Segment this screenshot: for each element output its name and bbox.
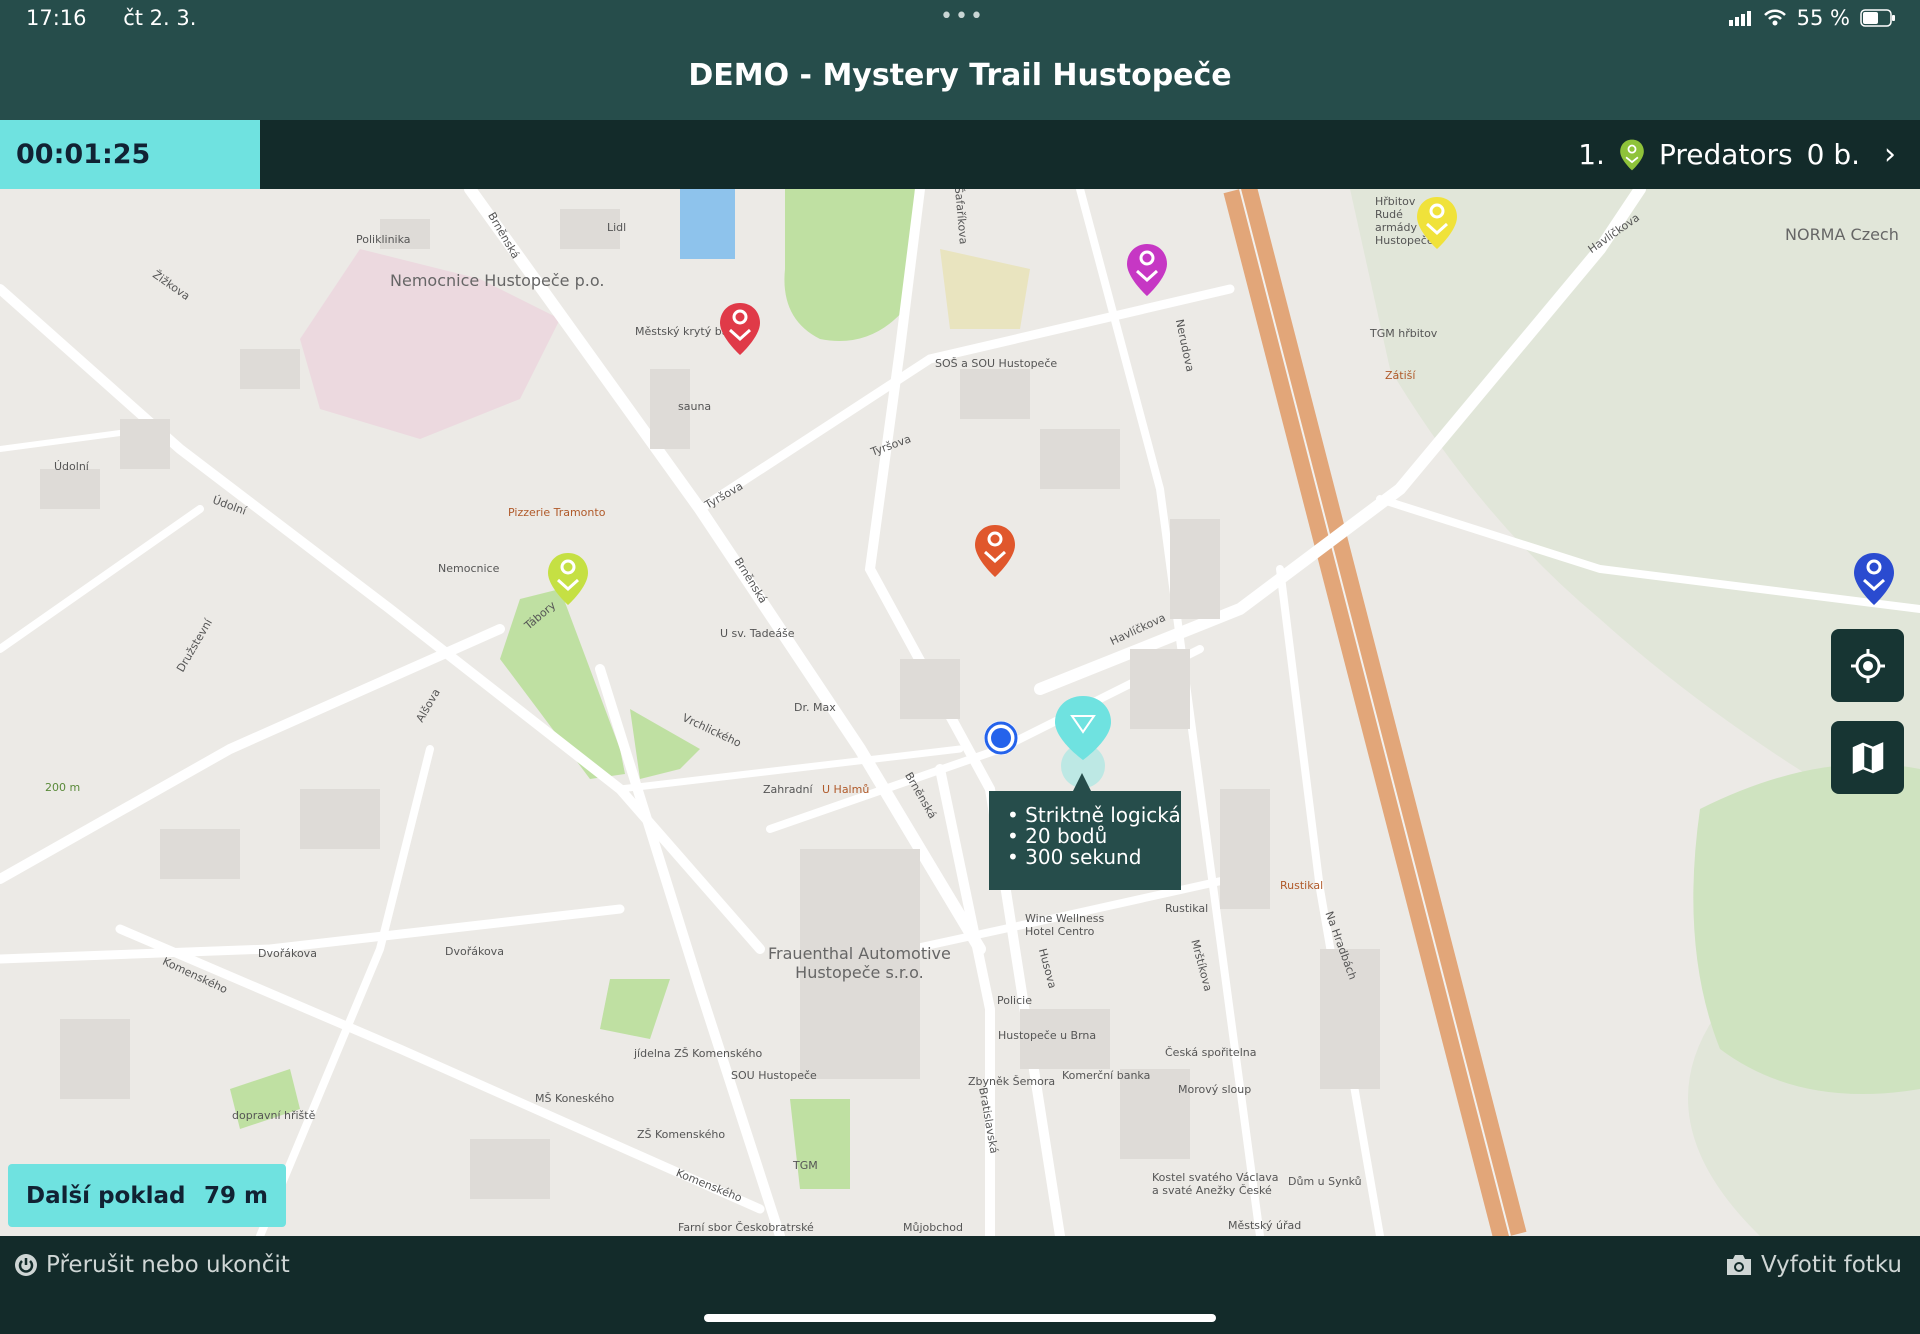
crosshair-icon [1850, 648, 1885, 683]
map-label-sporitelna: Česká spořitelna [1165, 1046, 1257, 1059]
map-label-zatisi: Zátiší [1385, 369, 1416, 382]
map-label-urad: Městský úřad [1228, 1219, 1302, 1232]
battery-percent: 55 % [1796, 6, 1850, 30]
locate-me-button[interactable] [1831, 629, 1904, 702]
blue-marker-pin[interactable] [1852, 551, 1896, 607]
battery-icon [1860, 9, 1895, 27]
map-label-jidelna: jídelna ZŠ Komenského [634, 1047, 763, 1060]
status-date: čt 2. 3. [123, 6, 197, 30]
map-label-nemocnice-street: Nemocnice [438, 562, 500, 575]
map-label-sauna: sauna [678, 400, 712, 413]
next-treasure-label: Další poklad [26, 1182, 186, 1209]
map-label-tramonto: Pizzerie Tramonto [508, 506, 606, 519]
map-label-nemocnice: Nemocnice Hustopeče p.o. [390, 271, 605, 290]
status-bar: 17:16 čt 2. 3. ••• 55 % [0, 0, 1920, 40]
map-label-uhalmu: U Halmů [822, 783, 870, 796]
map-label-dum-synku: Dům u Synků [1288, 1175, 1362, 1188]
map-label-tgm-hrbitov: TGM hřbitov [1370, 327, 1438, 340]
map-label-norma: NORMA Czech [1785, 225, 1899, 244]
take-photo-button[interactable]: Vyfotit fotku [1725, 1252, 1902, 1278]
power-icon [15, 1254, 37, 1276]
map-view[interactable]: Nemocnice Hustopeče p.o. Poliklinika Lid… [0, 189, 1920, 1236]
map-label-dvorakova: Dvořákova [258, 947, 317, 960]
map-label-rustikal: Rustikal [1165, 902, 1209, 915]
map-label-zahradni: Zahradní [763, 783, 813, 796]
map-label-sou: SOU Hustopeče [731, 1069, 817, 1082]
map-label-drmax: Dr. Max [794, 701, 836, 714]
tooltip-arrow [1072, 773, 1092, 793]
tooltip-type: • Striktně logická [1007, 803, 1181, 827]
map-label-komercni: Komerční banka [1062, 1069, 1151, 1082]
next-treasure-distance: 79 m [204, 1182, 268, 1209]
map-label-hustopece-brna: Hustopeče u Brna [998, 1029, 1097, 1042]
map-label-tgm: TGM [793, 1159, 818, 1172]
game-timer: 00:01:25 [0, 120, 260, 189]
map-label-tadease: U sv. Tadeáše [720, 627, 795, 640]
map-label-200m: 200 m [45, 781, 81, 794]
treasure-tooltip: • Striktně logická • 20 bodů • 300 sekun… [989, 791, 1181, 890]
stop-game-label: Přerušit nebo ukončit [46, 1252, 290, 1278]
map-label-ms: MŠ Koneského [535, 1092, 615, 1105]
stop-game-button[interactable]: Přerušit nebo ukončit [14, 1252, 290, 1278]
next-treasure-panel: Další poklad 79 m [8, 1164, 286, 1227]
team-standing[interactable]: 1. Predators 0 b. › [1578, 120, 1896, 189]
map-label-lidl: Lidl [607, 221, 627, 234]
team-marker-icon [1620, 139, 1644, 170]
red-marker-pin[interactable] [718, 301, 762, 357]
tooltip-points: • 20 bodů [1007, 824, 1108, 848]
map-icon [1852, 741, 1883, 774]
take-photo-label: Vyfotit fotku [1760, 1252, 1902, 1278]
orange-marker-pin[interactable] [973, 523, 1017, 579]
map-label-sos: SOŠ a SOU Hustopeče [935, 357, 1058, 370]
chevron-right-icon: › [1884, 137, 1896, 172]
map-label-dvorakova2: Dvořákova [445, 945, 504, 958]
page-title: DEMO - Mystery Trail Hustopeče [688, 58, 1232, 93]
app-header: DEMO - Mystery Trail Hustopeče [0, 40, 1920, 120]
tooltip-time: • 300 sekund [1007, 845, 1142, 869]
user-location-dot [984, 721, 1018, 755]
status-time: 17:16 [26, 6, 87, 30]
map-label-zs: ZŠ Komenského [637, 1128, 726, 1141]
map-label-wine: Wine Wellness Hotel Centro [1025, 912, 1105, 938]
map-label-morovy: Morový sloup [1178, 1083, 1252, 1096]
map-label-hriste: dopravní hřiště [232, 1109, 316, 1122]
lime-marker-pin[interactable] [546, 551, 590, 607]
map-label-mujobchod: Můjobchod [903, 1221, 963, 1234]
map-label-udolni: Údolní [54, 460, 89, 473]
yellow-marker-pin[interactable] [1415, 195, 1459, 251]
map-label-zbynek: Zbyněk Šemora [968, 1075, 1056, 1088]
signal-icon [1728, 11, 1751, 26]
map-label-farni: Farní sbor Českobratrské [678, 1221, 814, 1234]
map-label-kostel: Kostel svatého Václava a svaté Anežky Če… [1152, 1171, 1279, 1197]
wifi-icon [1763, 9, 1786, 26]
multitasking-dots-icon[interactable]: ••• [940, 4, 985, 29]
map-layer-button[interactable] [1831, 721, 1904, 794]
score-bar: 00:01:25 1. Predators 0 b. › [0, 120, 1920, 189]
team-points: 0 b. [1806, 138, 1860, 171]
team-name: Predators [1658, 138, 1793, 171]
map-label-rustikal2: Rustikal [1280, 879, 1324, 892]
magenta-marker-pin[interactable] [1125, 242, 1169, 298]
map-base [0, 189, 1920, 1236]
map-label-poliklinika: Poliklinika [356, 233, 411, 246]
map-label-policie: Policie [997, 994, 1032, 1007]
bottom-bar: Přerušit nebo ukončit Vyfotit fotku [0, 1236, 1920, 1334]
team-rank: 1. [1578, 138, 1605, 171]
home-indicator[interactable] [704, 1314, 1216, 1322]
camera-icon [1726, 1255, 1751, 1275]
map-label-frauenthal: Frauenthal Automotive Hustopeče s.r.o. [768, 944, 951, 982]
